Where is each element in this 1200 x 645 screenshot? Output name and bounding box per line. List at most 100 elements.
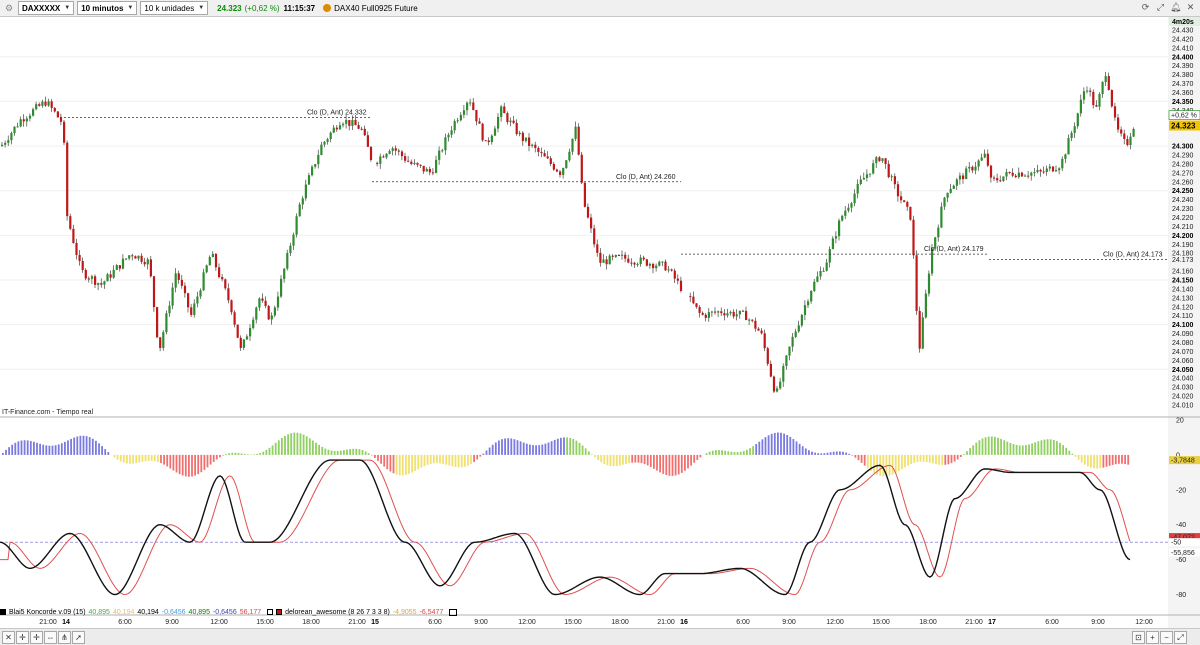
candle	[664, 261, 667, 271]
price-tick-label: 24.140	[1172, 286, 1194, 293]
histogram-bar	[321, 446, 324, 455]
symbol-selector[interactable]: DAXXXXX ▼	[18, 1, 75, 15]
pan-icon[interactable]: ⇔	[44, 631, 57, 644]
candle	[475, 110, 478, 122]
candle	[993, 177, 996, 179]
candle	[177, 273, 180, 280]
price-tick-label: 24.350	[1172, 99, 1194, 106]
candle	[16, 126, 19, 128]
histogram-bar	[281, 437, 283, 455]
price-tick-label: 24.160	[1172, 269, 1194, 276]
histogram-bar	[2, 452, 4, 455]
legend-value: 56,177	[239, 608, 262, 616]
units-selector[interactable]: 10 k unidades ▼	[140, 1, 209, 15]
histogram-bar	[857, 454, 860, 461]
candle	[416, 162, 419, 165]
price-tick-label: 24.080	[1172, 340, 1194, 347]
candle	[772, 376, 776, 392]
histogram-bar	[1068, 450, 1071, 455]
histogram-bar	[829, 452, 832, 455]
candle	[357, 125, 360, 129]
candle	[205, 265, 208, 273]
candle	[580, 154, 583, 183]
candle	[571, 138, 574, 152]
candle	[828, 249, 831, 263]
candle	[1073, 126, 1076, 133]
candle	[791, 336, 794, 347]
candle	[400, 151, 404, 157]
histogram-bar	[990, 436, 993, 455]
candle	[267, 305, 270, 320]
histogram-bar	[674, 454, 677, 476]
histogram-bar	[17, 441, 20, 455]
histogram-bar	[302, 434, 305, 455]
osc-tick-label: -20	[1176, 487, 1186, 494]
time-tick-label: 17	[988, 619, 996, 626]
histogram-bar	[1071, 453, 1074, 455]
copy-icon[interactable]	[449, 608, 458, 616]
expand-icon[interactable]: ⤢	[1155, 2, 1166, 13]
time-tick-label: 12:00	[518, 619, 536, 626]
histogram-bar	[299, 433, 302, 455]
legend-indicator-1[interactable]: Blai5 Koncorde v.09 (15)	[9, 609, 86, 616]
candle	[912, 219, 915, 256]
candle	[245, 336, 249, 340]
histogram-bar	[395, 454, 398, 475]
candle	[1064, 154, 1067, 159]
sync-icon[interactable]: ⟳	[1140, 2, 1151, 13]
legend-indicator-2[interactable]: delorean_awesome (8 26 7 3 3 8)	[285, 609, 390, 616]
histogram-bar	[994, 436, 996, 455]
arrow-icon[interactable]: ➚	[72, 631, 85, 644]
bell-icon[interactable]: 🔔︎	[1170, 2, 1181, 13]
histogram-bar	[770, 433, 773, 455]
histogram-bar	[318, 444, 320, 455]
cross-icon[interactable]: ✕	[2, 631, 15, 644]
histogram-bar	[625, 454, 627, 464]
candle	[1098, 93, 1101, 107]
histogram-bar	[538, 445, 541, 455]
chart-area[interactable]: Clo (D, Ant) 24.332 Clo (D, Ant) 24.260 Cl…	[0, 17, 1200, 628]
crosshair-alt-icon[interactable]: ✛	[30, 631, 43, 644]
histogram-bar	[36, 442, 38, 455]
histogram-bar	[975, 442, 978, 455]
candle	[431, 172, 435, 174]
histogram-bar	[904, 454, 906, 468]
histogram-bar	[330, 450, 333, 455]
zoom-out-icon[interactable]: −	[1160, 631, 1173, 644]
histogram-bar	[491, 444, 494, 455]
time-tick-label: 9:00	[1091, 619, 1105, 626]
histogram-bar	[677, 454, 680, 475]
histogram-bar	[997, 437, 999, 455]
candle	[1079, 99, 1082, 114]
share-icon[interactable]: ⋔	[58, 631, 71, 644]
fullscreen-icon[interactable]: ⤢	[1174, 631, 1187, 644]
candle	[825, 262, 828, 271]
candle	[745, 310, 748, 321]
histogram-bar	[126, 454, 128, 464]
candle	[658, 261, 661, 266]
zoom-in-icon[interactable]: +	[1146, 631, 1159, 644]
candle	[348, 120, 351, 126]
timeframe-selector[interactable]: 10 minutos ▼	[77, 1, 138, 15]
zoom-fit-icon[interactable]: ⊡	[1132, 631, 1145, 644]
histogram-bar	[57, 444, 60, 455]
histogram-bar	[789, 436, 792, 455]
candle	[19, 119, 22, 127]
crosshair-icon[interactable]: ✛	[16, 631, 29, 644]
close-icon[interactable]: ✕	[1185, 2, 1196, 13]
candle	[608, 255, 611, 265]
legend-value: -0,6456	[161, 608, 186, 616]
legend-value: 40,194	[112, 608, 135, 616]
candle	[447, 134, 450, 138]
candle	[435, 159, 438, 173]
candle	[906, 202, 909, 207]
time-tick-label: 6:00	[428, 619, 442, 626]
settings-icon[interactable]: ⚙	[0, 1, 18, 16]
time-tick-label: 15	[371, 619, 379, 626]
candle	[776, 388, 779, 392]
candle	[1113, 106, 1117, 118]
candle	[1, 144, 4, 147]
histogram-bar	[420, 454, 423, 468]
histogram-bar	[135, 454, 138, 464]
histogram-bar	[814, 452, 816, 455]
